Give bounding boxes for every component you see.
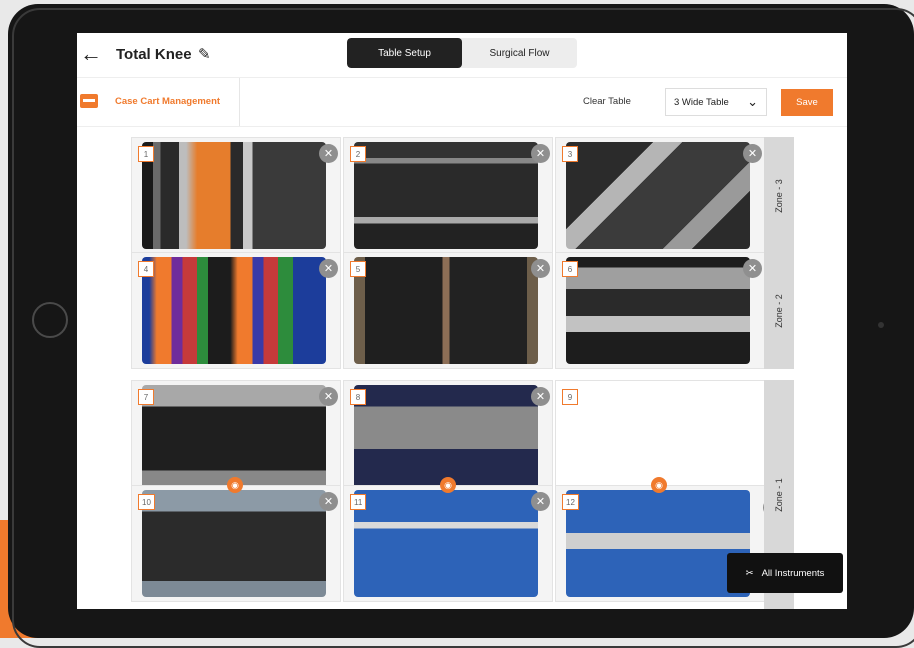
- close-icon[interactable]: ✕: [319, 144, 338, 163]
- tray-tile[interactable]: 2 ✕: [343, 137, 553, 254]
- tile-number: 3: [562, 146, 578, 162]
- tab-surgical-flow[interactable]: Surgical Flow: [462, 38, 577, 68]
- toolbar: Case Cart Management Clear Table 3 Wide …: [77, 77, 847, 127]
- tile-number: 5: [350, 261, 366, 277]
- tile-number: 4: [138, 261, 154, 277]
- save-button[interactable]: Save: [781, 89, 833, 116]
- tile-number: 2: [350, 146, 366, 162]
- link-icon[interactable]: ◉: [227, 477, 243, 493]
- tile-number: 7: [138, 389, 154, 405]
- divider: [239, 78, 240, 126]
- back-arrow-icon[interactable]: ←: [80, 43, 102, 65]
- tray-photo: [566, 257, 750, 364]
- tray-tile[interactable]: 6 ✕: [555, 252, 765, 369]
- case-cart-link[interactable]: Case Cart Management: [115, 96, 220, 107]
- zone-label-2: Zone - 2: [764, 252, 794, 369]
- tray-tile[interactable]: 4 ✕: [131, 252, 341, 369]
- tile-number: 9: [562, 389, 578, 405]
- app-screen: ← Total Knee ✎ Table Setup Surgical Flow…: [77, 33, 847, 609]
- tray-tile[interactable]: 10 ✕: [131, 485, 341, 602]
- view-tabs: Table Setup Surgical Flow: [347, 38, 577, 68]
- tray-photo: [566, 142, 750, 249]
- tray-tile[interactable]: 11 ✕: [343, 485, 553, 602]
- scissors-icon: ✂: [745, 567, 754, 579]
- close-icon[interactable]: ✕: [531, 144, 550, 163]
- tile-number: 10: [138, 494, 155, 510]
- close-icon[interactable]: ✕: [531, 492, 550, 511]
- layout-select[interactable]: 3 Wide Table ⌄: [665, 88, 767, 116]
- tile-number: 6: [562, 261, 578, 277]
- tile-number: 8: [350, 389, 366, 405]
- camera: [878, 322, 884, 328]
- tray-photo: [142, 385, 326, 492]
- tray-photo: [354, 385, 538, 492]
- close-icon[interactable]: ✕: [319, 492, 338, 511]
- zone-label-3: Zone - 3: [764, 137, 794, 254]
- tray-tile[interactable]: 1 ✕: [131, 137, 341, 254]
- tray-photo: [142, 257, 326, 364]
- link-icon[interactable]: ◉: [651, 477, 667, 493]
- tile-number: 12: [562, 494, 579, 510]
- tray-photo: [354, 490, 538, 597]
- close-icon[interactable]: ✕: [319, 259, 338, 278]
- tile-number: 11: [350, 494, 367, 510]
- zone-text: Zone - 1: [774, 477, 784, 512]
- home-button[interactable]: [32, 302, 68, 338]
- all-instruments-label: All Instruments: [761, 567, 825, 579]
- layout-select-value: 3 Wide Table: [674, 96, 729, 108]
- top-bar: ← Total Knee ✎ Table Setup Surgical Flow: [77, 33, 847, 77]
- pencil-icon[interactable]: ✎: [198, 45, 211, 63]
- tray-photo: [142, 142, 326, 249]
- tray-photo: [354, 142, 538, 249]
- close-icon[interactable]: ✕: [743, 144, 762, 163]
- close-icon[interactable]: ✕: [531, 387, 550, 406]
- tab-table-setup[interactable]: Table Setup: [347, 38, 462, 68]
- close-icon[interactable]: ✕: [319, 387, 338, 406]
- all-instruments-button[interactable]: ✂ All Instruments: [727, 553, 843, 593]
- page-title: Total Knee: [116, 46, 192, 63]
- link-icon[interactable]: ◉: [440, 477, 456, 493]
- tray-tile[interactable]: 3 ✕: [555, 137, 765, 254]
- tile-number: 1: [138, 146, 154, 162]
- close-icon[interactable]: ✕: [743, 259, 762, 278]
- clear-table-button[interactable]: Clear Table: [583, 96, 631, 107]
- zone-text: Zone - 3: [774, 178, 784, 213]
- cart-icon[interactable]: [80, 94, 98, 108]
- tray-tile[interactable]: 5 ✕: [343, 252, 553, 369]
- tray-photo: [566, 490, 750, 597]
- close-icon[interactable]: ✕: [531, 259, 550, 278]
- zone-text: Zone - 2: [774, 293, 784, 328]
- chevron-down-icon: ⌄: [747, 94, 758, 109]
- tray-photo: [142, 490, 326, 597]
- tray-photo: [354, 257, 538, 364]
